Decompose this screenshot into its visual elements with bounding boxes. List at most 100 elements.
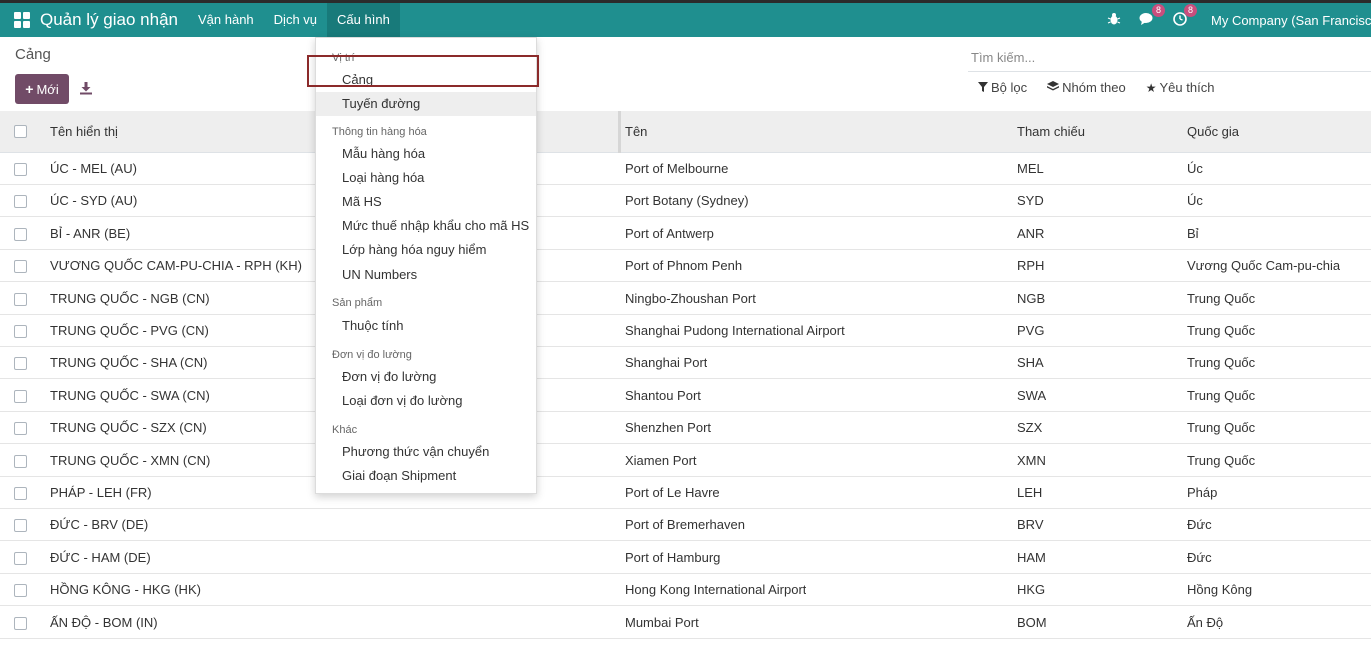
navbar-systray: 8 8 My Company (San Francisco xyxy=(1107,3,1371,37)
row-checkbox[interactable] xyxy=(14,357,27,371)
cell-reference: HAM xyxy=(1017,549,1046,565)
filter-button[interactable]: Bộ lọc xyxy=(978,80,1027,95)
table-row[interactable]: PHÁP - LEH (FR) Port of Le Havre LEH Pháp xyxy=(0,477,1371,509)
header-name[interactable]: Tên xyxy=(625,111,647,153)
column-resize-handle[interactable] xyxy=(618,111,621,153)
activity-badge: 8 xyxy=(1183,3,1197,17)
select-all-checkbox[interactable] xyxy=(14,125,27,138)
cell-name: Port Botany (Sydney) xyxy=(625,193,749,209)
row-checkbox[interactable] xyxy=(14,616,27,630)
app-brand[interactable]: Quản lý giao nhận xyxy=(40,10,178,30)
cell-country: Trung Quốc xyxy=(1187,420,1256,436)
table-row[interactable]: TRUNG QUỐC - NGB (CN) Ningbo-Zhoushan Por… xyxy=(0,283,1371,315)
menu-item[interactable]: Giai đoạn Shipment xyxy=(316,464,536,488)
table-row[interactable]: TRUNG QUỐC - SZX (CN) Shenzhen Port SZX Tru… xyxy=(0,412,1371,445)
menu-dich-vu[interactable]: Dịch vụ xyxy=(274,3,317,37)
star-icon: ★ xyxy=(1145,80,1157,95)
cell-reference: HKG xyxy=(1017,582,1046,598)
row-checkbox[interactable] xyxy=(14,519,27,533)
cell-reference: SWA xyxy=(1017,387,1047,403)
row-checkbox[interactable] xyxy=(14,227,27,241)
menu-section-header: Đơn vị đo lường xyxy=(332,349,412,361)
table-row[interactable]: TRUNG QUỐC - XMN (CN) Xiamen Port XMN Trung… xyxy=(0,445,1371,477)
cell-country: Hồng Kông xyxy=(1187,582,1253,598)
header-country[interactable]: Quốc gia xyxy=(1187,111,1239,153)
header-reference[interactable]: Tham chiếu xyxy=(1017,111,1085,153)
row-checkbox[interactable] xyxy=(14,260,27,274)
menu-item[interactable]: Mẫu hàng hóa xyxy=(316,142,536,166)
menu-item[interactable]: Lớp hàng hóa nguy hiểm xyxy=(316,238,536,262)
cell-country: Úc xyxy=(1187,161,1203,176)
table-row[interactable]: HỒNG KÔNG - HKG (HK) Hong Kong Internatio… xyxy=(0,574,1371,607)
search-panel-toggles: Bộ lọc Nhóm theo ★ Yêu thích xyxy=(978,80,1234,95)
menu-item[interactable]: Tuyến đường xyxy=(316,92,536,116)
menu-item[interactable]: UN Numbers xyxy=(316,263,536,287)
table-row[interactable]: ÚC - SYD (AU) Port Botany (Sydney) SYD Úc xyxy=(0,185,1371,218)
menu-item[interactable]: Đơn vị đo lường xyxy=(316,365,536,389)
menu-item[interactable]: Mã HS xyxy=(316,190,536,214)
menu-van-hanh[interactable]: Vận hành xyxy=(198,3,254,37)
row-checkbox[interactable] xyxy=(14,389,27,403)
chat-icon[interactable]: 8 xyxy=(1139,3,1165,29)
cell-country: Trung Quốc xyxy=(1187,290,1256,306)
company-switcher[interactable]: My Company (San Francisco xyxy=(1211,13,1371,28)
favorites-button[interactable]: ★ Yêu thích xyxy=(1146,80,1215,95)
cell-reference: MEL xyxy=(1017,161,1044,176)
table-row[interactable]: TRUNG QUỐC - SWA (CN) Shantou Port SWA Trun… xyxy=(0,380,1371,412)
cell-name: Shantou Port xyxy=(625,387,701,403)
row-checkbox[interactable] xyxy=(14,292,27,306)
row-checkbox[interactable] xyxy=(14,195,27,209)
cell-reference: PVG xyxy=(1017,323,1045,338)
row-checkbox[interactable] xyxy=(14,454,27,468)
cell-country: Đức xyxy=(1187,517,1212,533)
table-row[interactable]: BỈ - ANR (BE) Port of Antwerp ANR Bỉ xyxy=(0,218,1371,250)
row-checkbox[interactable] xyxy=(14,584,27,598)
table-row[interactable]: TRUNG QUỐC - SHA (CN) Shanghai Port SHA Tru… xyxy=(0,347,1371,380)
highlight-annotation-box xyxy=(307,55,539,87)
download-icon[interactable] xyxy=(78,80,94,96)
menu-item[interactable]: Loại đơn vị đo lường xyxy=(316,389,536,413)
cell-reference: SHA xyxy=(1017,355,1044,371)
group-by-button[interactable]: Nhóm theo xyxy=(1047,80,1126,95)
search-box xyxy=(968,44,1371,72)
favorites-label: Yêu thích xyxy=(1159,80,1215,95)
menu-item[interactable]: Loại hàng hóa xyxy=(316,166,536,190)
bug-icon[interactable] xyxy=(1107,12,1121,29)
cell-reference: SZX xyxy=(1017,420,1043,436)
cell-display-name: ĐỨC - BRV (DE) xyxy=(50,517,149,533)
new-button[interactable]: + Mới xyxy=(15,74,69,104)
activity-clock-icon[interactable]: 8 xyxy=(1173,3,1197,29)
header-display-name[interactable]: Tên hiển thị xyxy=(50,111,118,153)
table-row[interactable]: ĐỨC - HAM (DE) Port of Hamburg HAM Đức xyxy=(0,542,1371,574)
search-input[interactable] xyxy=(968,44,1371,70)
table-row[interactable]: ẤN ĐỘ - BOM (IN) Mumbai Port BOM Ấn Độ xyxy=(0,607,1371,639)
menu-item[interactable]: Mức thuế nhập khẩu cho mã HS xyxy=(316,214,536,238)
cell-display-name: ÚC - SYD (AU) xyxy=(50,193,138,209)
group-by-label: Nhóm theo xyxy=(1062,80,1126,95)
cell-display-name: ĐỨC - HAM (DE) xyxy=(50,549,151,565)
table-row[interactable]: TRUNG QUỐC - PVG (CN) Shanghai Pudong Int… xyxy=(0,315,1371,347)
config-dropdown-menu: Vị trí Cảng Tuyến đường Thông tin hàng hóa M… xyxy=(315,37,537,494)
row-checkbox[interactable] xyxy=(14,163,27,176)
cell-country: Úc xyxy=(1187,193,1203,209)
table-row[interactable]: VƯƠNG QUỐC CAM-PU-CHIA - RPH (KH) Port of… xyxy=(0,250,1371,283)
menu-section-header: Thông tin hàng hóa xyxy=(332,126,427,138)
cell-name: Shenzhen Port xyxy=(625,420,712,436)
cell-name: Port of Phnom Penh xyxy=(625,258,743,274)
row-checkbox[interactable] xyxy=(14,487,27,500)
row-checkbox[interactable] xyxy=(14,422,27,436)
menu-cau-hinh[interactable]: Cấu hình xyxy=(327,3,400,37)
cell-display-name: TRUNG QUỐC - SWA (CN) xyxy=(50,387,210,403)
table-row[interactable]: ĐỨC - BRV (DE) Port of Bremerhaven BRV Đức xyxy=(0,509,1371,542)
menu-item[interactable]: Thuộc tính xyxy=(316,314,536,338)
menu-item[interactable]: Phương thức vận chuyển xyxy=(316,440,536,464)
cell-country: Đức xyxy=(1187,549,1212,565)
row-checkbox[interactable] xyxy=(14,551,27,565)
table-row[interactable]: ÚC - MEL (AU) Port of Melbourne MEL Úc xyxy=(0,153,1371,185)
cell-name: Mumbai Port xyxy=(625,614,699,630)
cell-reference: SYD xyxy=(1017,193,1044,209)
breadcrumb: Cảng xyxy=(15,46,51,63)
cell-reference: BOM xyxy=(1017,614,1047,630)
apps-grid-icon[interactable] xyxy=(14,12,30,28)
row-checkbox[interactable] xyxy=(14,325,27,338)
